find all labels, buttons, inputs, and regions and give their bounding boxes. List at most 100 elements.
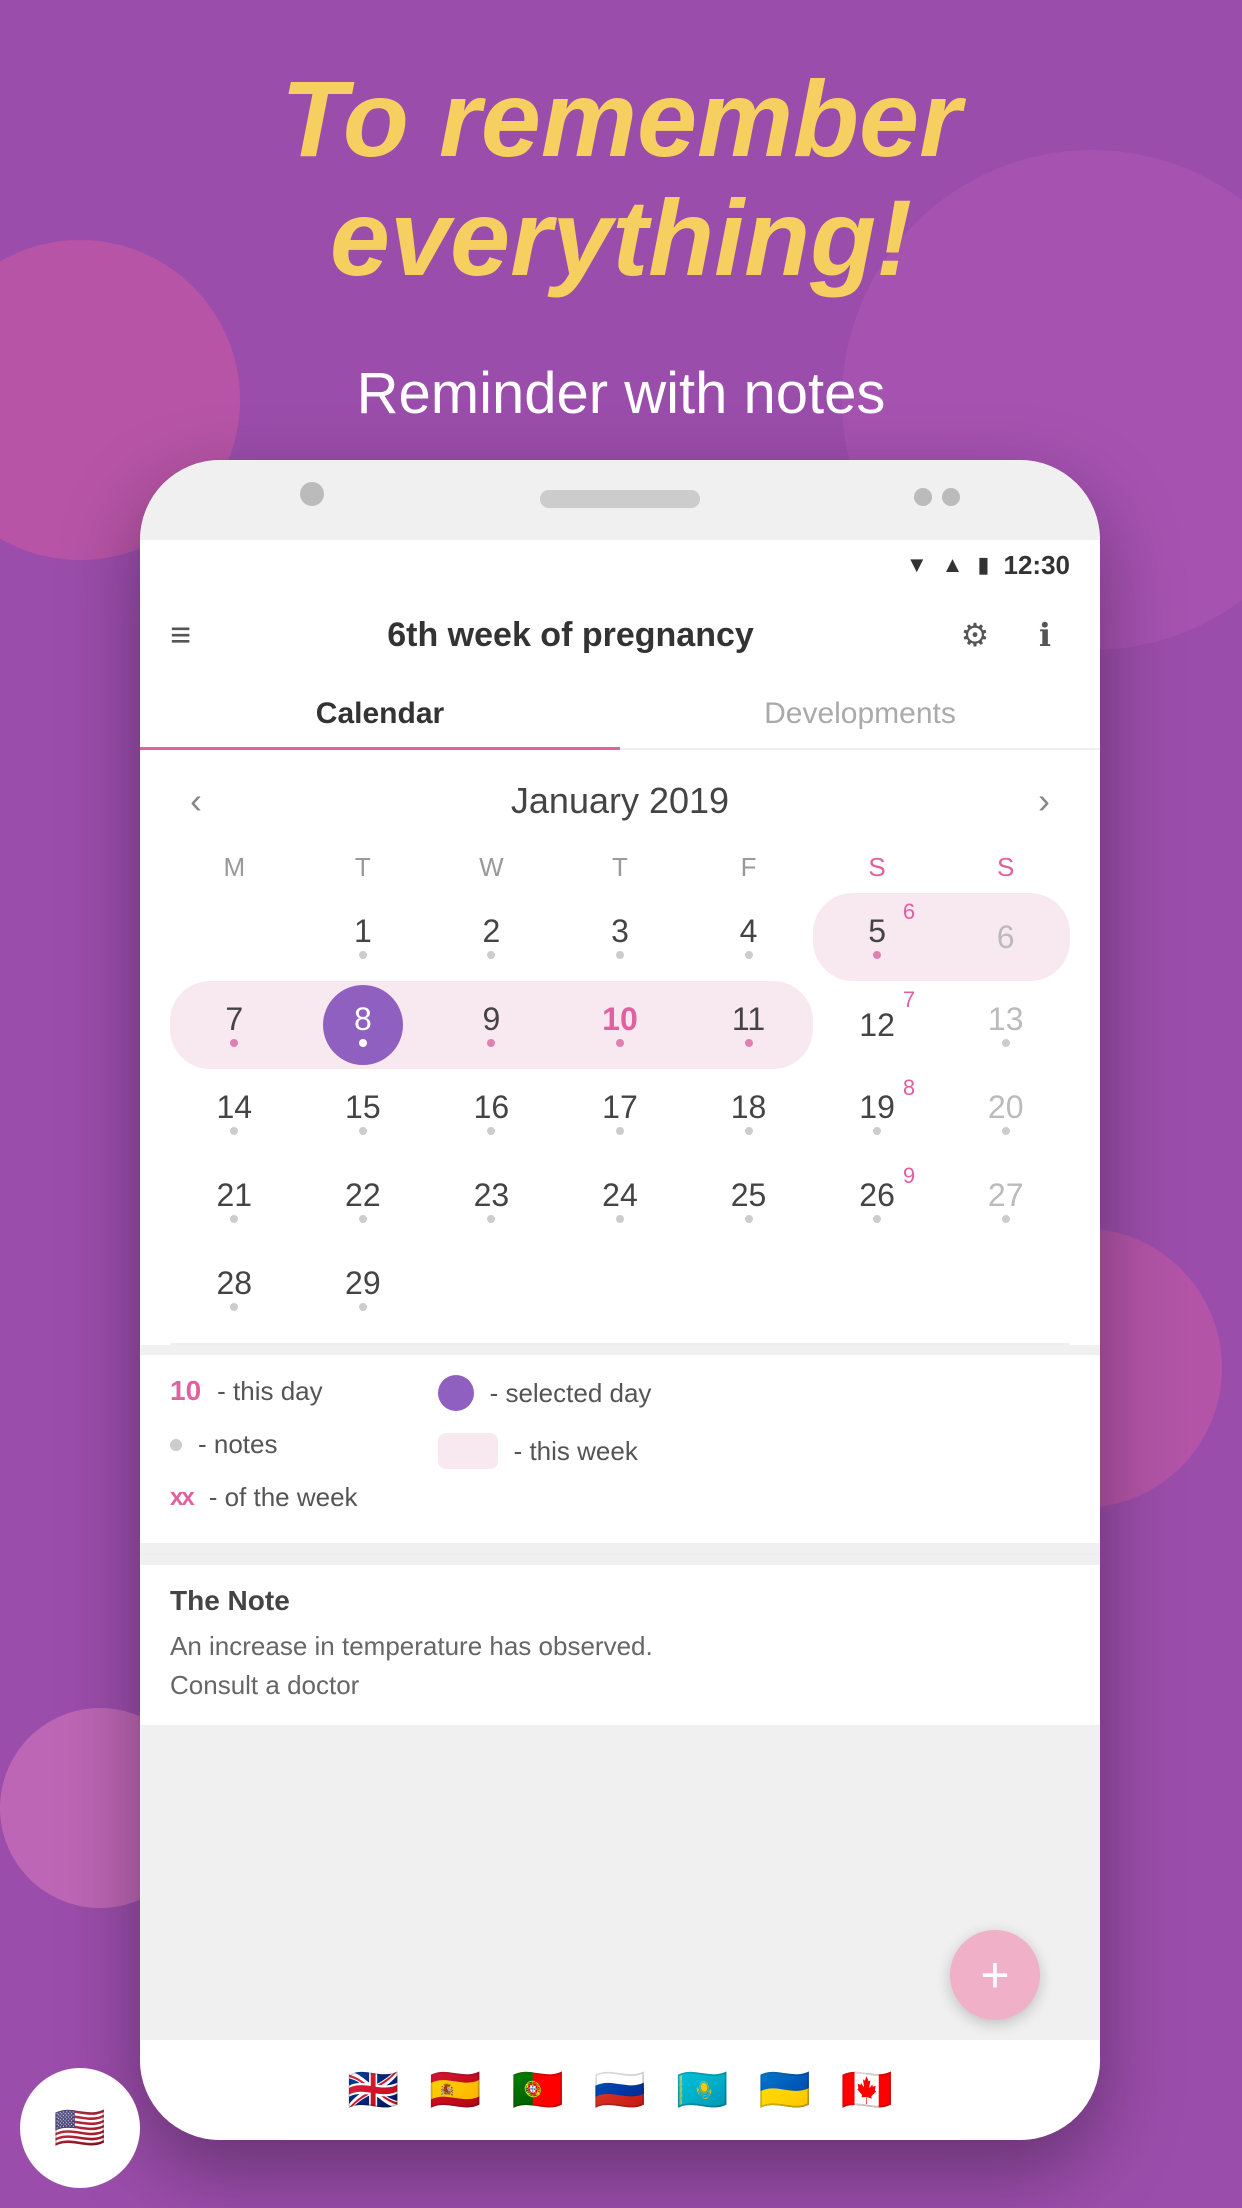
flag-kz[interactable]: 🇰🇿	[676, 2066, 728, 2115]
legend-this-week: - this week	[438, 1433, 652, 1469]
flag-pt[interactable]: 🇵🇹	[512, 2066, 564, 2115]
phone-shell: ▼ ▲ ▮ 12:30 ≡ 6th week of pregnancy ⚙ ℹ …	[140, 460, 1100, 2140]
day-25[interactable]: 25	[684, 1157, 813, 1245]
signal-icon: ▲	[942, 552, 964, 578]
phone-speaker	[540, 490, 700, 508]
phone-dot-2	[942, 488, 960, 506]
day-18[interactable]: 18	[684, 1069, 813, 1157]
day-4[interactable]: 4	[684, 893, 813, 981]
hero-title: To remember everything!	[0, 60, 1242, 298]
app-title: 6th week of pregnancy	[211, 616, 930, 655]
calendar-week-1: 1 2 3	[170, 893, 1070, 981]
day-empty-4	[684, 1245, 813, 1333]
day-empty	[170, 893, 299, 981]
day-24[interactable]: 24	[556, 1157, 685, 1245]
weekday-wed: W	[427, 842, 556, 893]
legend: 10 - this day - notes xx - of the week -…	[140, 1355, 1100, 1543]
add-button[interactable]: +	[950, 1930, 1040, 2020]
calendar-week-5: 28 29	[170, 1245, 1070, 1333]
note-text: An increase in temperature has observed.…	[170, 1627, 1070, 1705]
flag-es[interactable]: 🇪🇸	[429, 2066, 481, 2115]
day-17[interactable]: 17	[556, 1069, 685, 1157]
day-13[interactable]: 13	[941, 981, 1070, 1069]
weekday-thu: T	[556, 842, 685, 893]
calendar-week-4: 21 22 23	[170, 1157, 1070, 1245]
us-flag-corner[interactable]: 🇺🇸	[20, 2068, 140, 2188]
day-14[interactable]: 14	[170, 1069, 299, 1157]
info-button[interactable]: ℹ	[1020, 610, 1070, 660]
day-12[interactable]: 12 7	[813, 981, 942, 1069]
legend-selected-day: - selected day	[438, 1375, 652, 1411]
phone-dots	[914, 488, 960, 506]
flag-gb[interactable]: 🇬🇧	[347, 2066, 399, 2115]
day-19[interactable]: 19 8	[813, 1069, 942, 1157]
calendar-week-3: 14 15 16	[170, 1069, 1070, 1157]
day-23[interactable]: 23	[427, 1157, 556, 1245]
day-11[interactable]: 11	[684, 981, 813, 1069]
month-year-label: January 2019	[511, 780, 729, 822]
day-21[interactable]: 21	[170, 1157, 299, 1245]
legend-circle-icon	[438, 1375, 474, 1411]
day-28[interactable]: 28	[170, 1245, 299, 1333]
settings-button[interactable]: ⚙	[950, 610, 1000, 660]
status-time: 12:30	[1004, 550, 1071, 581]
notes-divider	[140, 1553, 1100, 1555]
tab-developments[interactable]: Developments	[620, 680, 1100, 748]
day-16[interactable]: 16	[427, 1069, 556, 1157]
day-empty-3	[556, 1245, 685, 1333]
weekday-fri: F	[684, 842, 813, 893]
flag-us: 🇺🇸	[54, 2104, 106, 2153]
day-10[interactable]: 10	[556, 981, 685, 1069]
day-8[interactable]: 8	[299, 981, 428, 1069]
status-bar: ▼ ▲ ▮ 12:30	[140, 540, 1100, 590]
calendar-divider	[170, 1343, 1070, 1345]
weekday-sat: S	[813, 842, 942, 893]
day-26[interactable]: 26 9	[813, 1157, 942, 1245]
app-header: ≡ 6th week of pregnancy ⚙ ℹ	[140, 590, 1100, 680]
flag-ua[interactable]: 🇺🇦	[758, 2066, 810, 2115]
phone-top-bar	[140, 460, 1100, 540]
calendar-week-2: 7 8 9	[170, 981, 1070, 1069]
day-9[interactable]: 9	[427, 981, 556, 1069]
language-flags: 🇬🇧 🇪🇸 🇵🇹 🇷🇺 🇰🇿 🇺🇦 🇨🇦	[140, 2040, 1100, 2140]
phone-camera	[300, 482, 324, 506]
hero-subtitle: Reminder with notes	[0, 360, 1242, 427]
note-title: The Note	[170, 1585, 1070, 1617]
day-3[interactable]: 3	[556, 893, 685, 981]
legend-week-box-icon	[438, 1433, 498, 1469]
day-27[interactable]: 27	[941, 1157, 1070, 1245]
day-empty-5	[813, 1245, 942, 1333]
flag-ca[interactable]: 🇨🇦	[841, 2066, 893, 2115]
day-2[interactable]: 2	[427, 893, 556, 981]
weekday-header-row: M T W T F S S	[170, 842, 1070, 893]
month-nav: ‹ January 2019 ›	[170, 750, 1070, 842]
day-22[interactable]: 22	[299, 1157, 428, 1245]
notes-section: The Note An increase in temperature has …	[140, 1565, 1100, 1725]
battery-icon: ▮	[977, 552, 989, 578]
weekday-mon: M	[170, 842, 299, 893]
day-5[interactable]: 5 6	[813, 893, 942, 981]
day-29[interactable]: 29	[299, 1245, 428, 1333]
legend-notes: - notes	[170, 1429, 358, 1460]
day-15[interactable]: 15	[299, 1069, 428, 1157]
wifi-icon: ▼	[906, 552, 928, 578]
tabs: Calendar Developments	[140, 680, 1100, 750]
phone-dot-1	[914, 488, 932, 506]
day-empty-6	[941, 1245, 1070, 1333]
day-20[interactable]: 20	[941, 1069, 1070, 1157]
flag-ru[interactable]: 🇷🇺	[594, 2066, 646, 2115]
day-1[interactable]: 1	[299, 893, 428, 981]
weekday-tue: T	[299, 842, 428, 893]
next-month-button[interactable]: ›	[1028, 770, 1060, 832]
day-empty-2	[427, 1245, 556, 1333]
calendar-grid: M T W T F S S 1	[170, 842, 1070, 1333]
weekday-sun: S	[941, 842, 1070, 893]
day-6[interactable]: 6	[941, 893, 1070, 981]
prev-month-button[interactable]: ‹	[180, 770, 212, 832]
calendar-section: ‹ January 2019 › M T W T F S S	[140, 750, 1100, 1345]
menu-icon[interactable]: ≡	[170, 614, 191, 656]
legend-of-week: xx - of the week	[170, 1482, 358, 1513]
legend-dot-icon	[170, 1439, 182, 1451]
day-7[interactable]: 7	[170, 981, 299, 1069]
tab-calendar[interactable]: Calendar	[140, 680, 620, 748]
